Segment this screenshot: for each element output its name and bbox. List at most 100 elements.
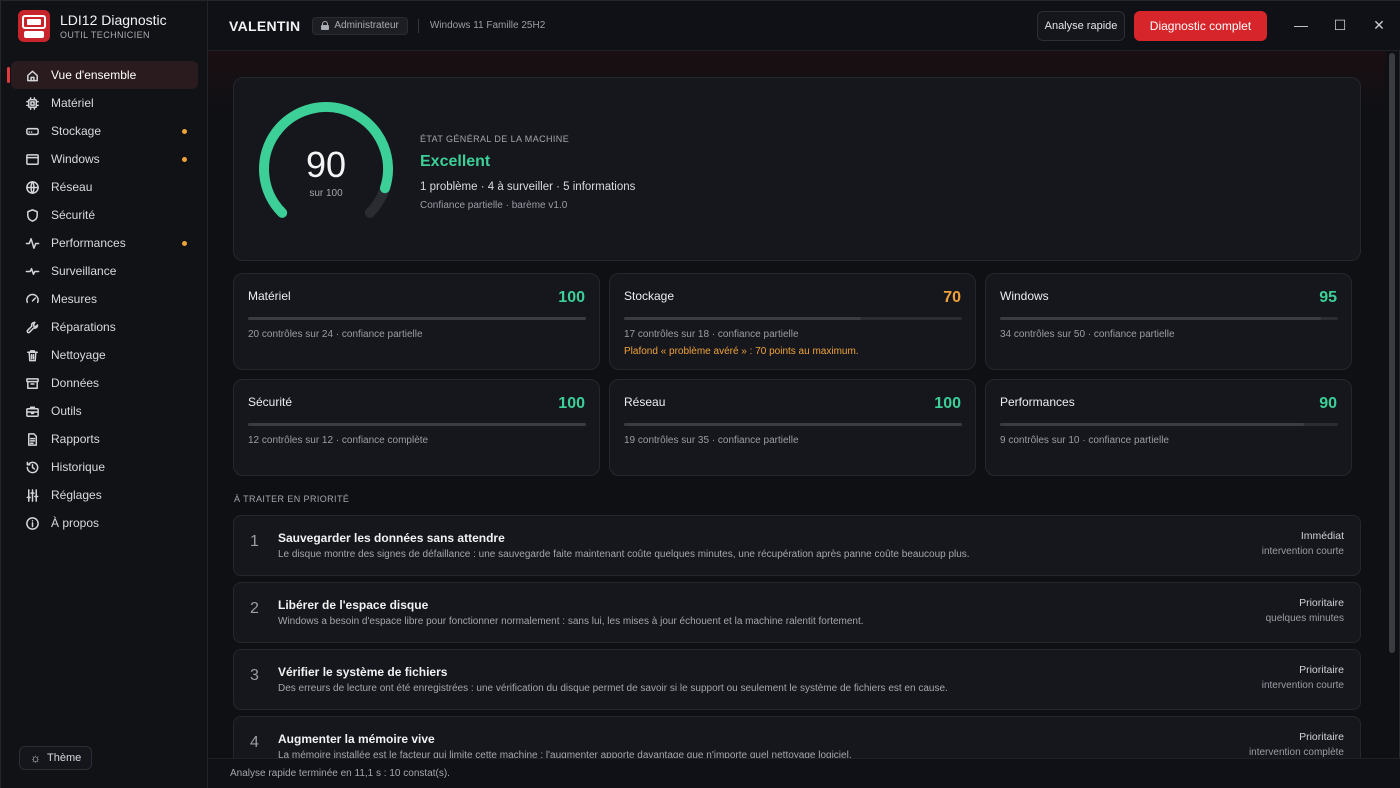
category-name: Stockage <box>624 289 675 303</box>
category-score: 70 <box>943 289 961 306</box>
sliders-icon <box>24 487 40 503</box>
priority-level: Immédiat <box>1300 530 1344 542</box>
sidebar-item-reglages[interactable]: Réglages <box>11 481 198 509</box>
sidebar-item-surveillance[interactable]: Surveillance <box>11 257 198 285</box>
sidebar-item-a-propos[interactable]: À propos <box>11 509 198 537</box>
sidebar-item-reparations[interactable]: Réparations <box>11 313 198 341</box>
priority-duration: quelques minutes <box>1265 613 1344 624</box>
app-logo-icon <box>18 10 50 42</box>
category-card-securite[interactable]: Sécurité 100 12 contrôles sur 12 · confian… <box>233 379 600 476</box>
priority-item[interactable]: 4 Augmenter la mémoire vive La mémoire ins… <box>233 716 1361 758</box>
sidebar-item-vue-d-ensemble[interactable]: Vue d'ensemble <box>7 61 198 89</box>
attention-dot <box>182 129 187 134</box>
archive-icon <box>24 375 40 391</box>
sidebar-item-donnees[interactable]: Données <box>11 369 198 397</box>
sidebar-item-label: Surveillance <box>51 264 117 278</box>
machine-name: VALENTIN <box>229 17 301 34</box>
sidebar-item-label: Sécurité <box>51 208 96 222</box>
category-checks: 12 contrôles sur 12 · confiance complète <box>248 435 429 446</box>
sidebar-item-securite[interactable]: Sécurité <box>11 201 198 229</box>
top-bar: VALENTIN Administrateur Windows 11 Famil… <box>208 1 1400 51</box>
priority-level: Prioritaire <box>1299 731 1344 743</box>
priority-rank: 4 <box>250 734 259 751</box>
wrench-icon <box>24 319 40 335</box>
sidebar-item-nettoyage[interactable]: Nettoyage <box>11 341 198 369</box>
overall-health-panel: 90 sur 100 ÉTAT GÉNÉRAL DE LA MACHINE Ex… <box>233 77 1361 261</box>
category-name: Windows <box>1000 289 1049 303</box>
priority-description: Des erreurs de lecture ont été enregistr… <box>278 683 948 694</box>
sidebar-item-reseau[interactable]: Réseau <box>11 173 198 201</box>
category-progress-fill <box>248 317 586 320</box>
sidebar-nav: Vue d'ensemble Matériel Stockage Windows Rés… <box>7 61 198 537</box>
priority-item[interactable]: 1 Sauvegarder les données sans attendre Le… <box>233 515 1361 576</box>
priority-item[interactable]: 3 Vérifier le système de fichiers Des erre… <box>233 649 1361 710</box>
sidebar-item-historique[interactable]: Historique <box>11 453 198 481</box>
close-button[interactable]: ✕ <box>1369 15 1389 35</box>
category-card-materiel[interactable]: Matériel 100 20 contrôles sur 24 · confian… <box>233 273 600 370</box>
sidebar-item-label: Windows <box>51 152 100 166</box>
priority-title: Sauvegarder les données sans attendre <box>278 531 505 545</box>
app-title: LDI12 Diagnostic <box>60 11 167 28</box>
priority-item[interactable]: 2 Libérer de l'espace disque Windows a bes… <box>233 582 1361 643</box>
sidebar-item-label: Stockage <box>51 124 102 138</box>
shield-icon <box>24 207 40 223</box>
activity-icon <box>24 235 40 251</box>
priority-title: Vérifier le système de fichiers <box>278 665 448 679</box>
pulse-icon <box>24 263 40 279</box>
trash-icon <box>24 347 40 363</box>
sidebar-item-performances[interactable]: Performances <box>11 229 198 257</box>
category-card-reseau[interactable]: Réseau 100 19 contrôles sur 35 · confiance… <box>609 379 976 476</box>
findings-summary: 1 problème · 4 à surveiller · 5 informat… <box>420 181 636 193</box>
sidebar-item-materiel[interactable]: Matériel <box>11 89 198 117</box>
full-diagnostic-button[interactable]: Diagnostic complet <box>1134 11 1267 41</box>
priority-rank: 1 <box>250 533 259 550</box>
category-name: Sécurité <box>248 395 293 409</box>
category-progress-bar <box>248 317 586 320</box>
priority-description: La mémoire installée est le facteur qui … <box>278 750 852 758</box>
category-progress-fill <box>1000 423 1305 426</box>
category-score: 100 <box>558 289 585 306</box>
main-scrollbar[interactable] <box>1389 53 1395 653</box>
category-progress-fill <box>624 317 861 320</box>
quick-scan-button[interactable]: Analyse rapide <box>1037 11 1125 41</box>
window-icon <box>24 151 40 167</box>
category-card-stockage[interactable]: Stockage 70 17 contrôles sur 18 · confianc… <box>609 273 976 370</box>
theme-button[interactable]: ☼ Thème <box>19 746 93 770</box>
maximize-button[interactable]: ☐ <box>1330 15 1350 35</box>
sidebar-item-outils[interactable]: Outils <box>11 397 198 425</box>
category-checks: 20 contrôles sur 24 · confiance partiell… <box>248 329 423 340</box>
category-score: 100 <box>558 395 585 412</box>
sidebar-item-rapports[interactable]: Rapports <box>11 425 198 453</box>
sidebar-item-windows[interactable]: Windows <box>11 145 198 173</box>
category-card-windows[interactable]: Windows 95 34 contrôles sur 50 · confiance… <box>985 273 1352 370</box>
priority-title: Augmenter la mémoire vive <box>278 732 435 746</box>
minimize-button[interactable]: — <box>1291 15 1311 35</box>
attention-dot <box>182 157 187 162</box>
role-badge: Administrateur <box>312 16 408 35</box>
toolbox-icon <box>24 403 40 419</box>
category-card-performances[interactable]: Performances 90 9 contrôles sur 10 · confi… <box>985 379 1352 476</box>
priority-rank: 2 <box>250 600 259 617</box>
info-icon <box>24 515 40 531</box>
category-progress-bar <box>248 423 586 426</box>
category-checks: 34 contrôles sur 50 · confiance partiell… <box>1000 329 1175 340</box>
main-content: 90 sur 100 ÉTAT GÉNÉRAL DE LA MACHINE Ex… <box>208 51 1386 758</box>
sidebar-item-label: Rapports <box>51 432 100 446</box>
category-score: 100 <box>934 395 961 412</box>
gauge-icon <box>24 291 40 307</box>
app-window: LDI12 Diagnostic OUTIL TECHNICIEN Vue d'… <box>0 0 1400 788</box>
history-icon <box>24 459 40 475</box>
brand: LDI12 Diagnostic OUTIL TECHNICIEN <box>1 1 208 51</box>
confidence-note: Confiance partielle · barème v1.0 <box>420 200 568 211</box>
sidebar-item-stockage[interactable]: Stockage <box>11 117 198 145</box>
category-score: 90 <box>1319 395 1337 412</box>
priority-level: Prioritaire <box>1299 597 1344 609</box>
category-score: 95 <box>1319 289 1337 306</box>
category-progress-fill <box>1000 317 1322 320</box>
category-checks: 19 contrôles sur 35 · confiance partiell… <box>624 435 799 446</box>
sidebar-item-mesures[interactable]: Mesures <box>11 285 198 313</box>
sidebar: LDI12 Diagnostic OUTIL TECHNICIEN Vue d'… <box>1 1 208 788</box>
priority-level: Prioritaire <box>1299 664 1344 676</box>
health-label: ÉTAT GÉNÉRAL DE LA MACHINE <box>420 134 570 144</box>
category-checks: 17 contrôles sur 18 · confiance partiell… <box>624 329 799 340</box>
